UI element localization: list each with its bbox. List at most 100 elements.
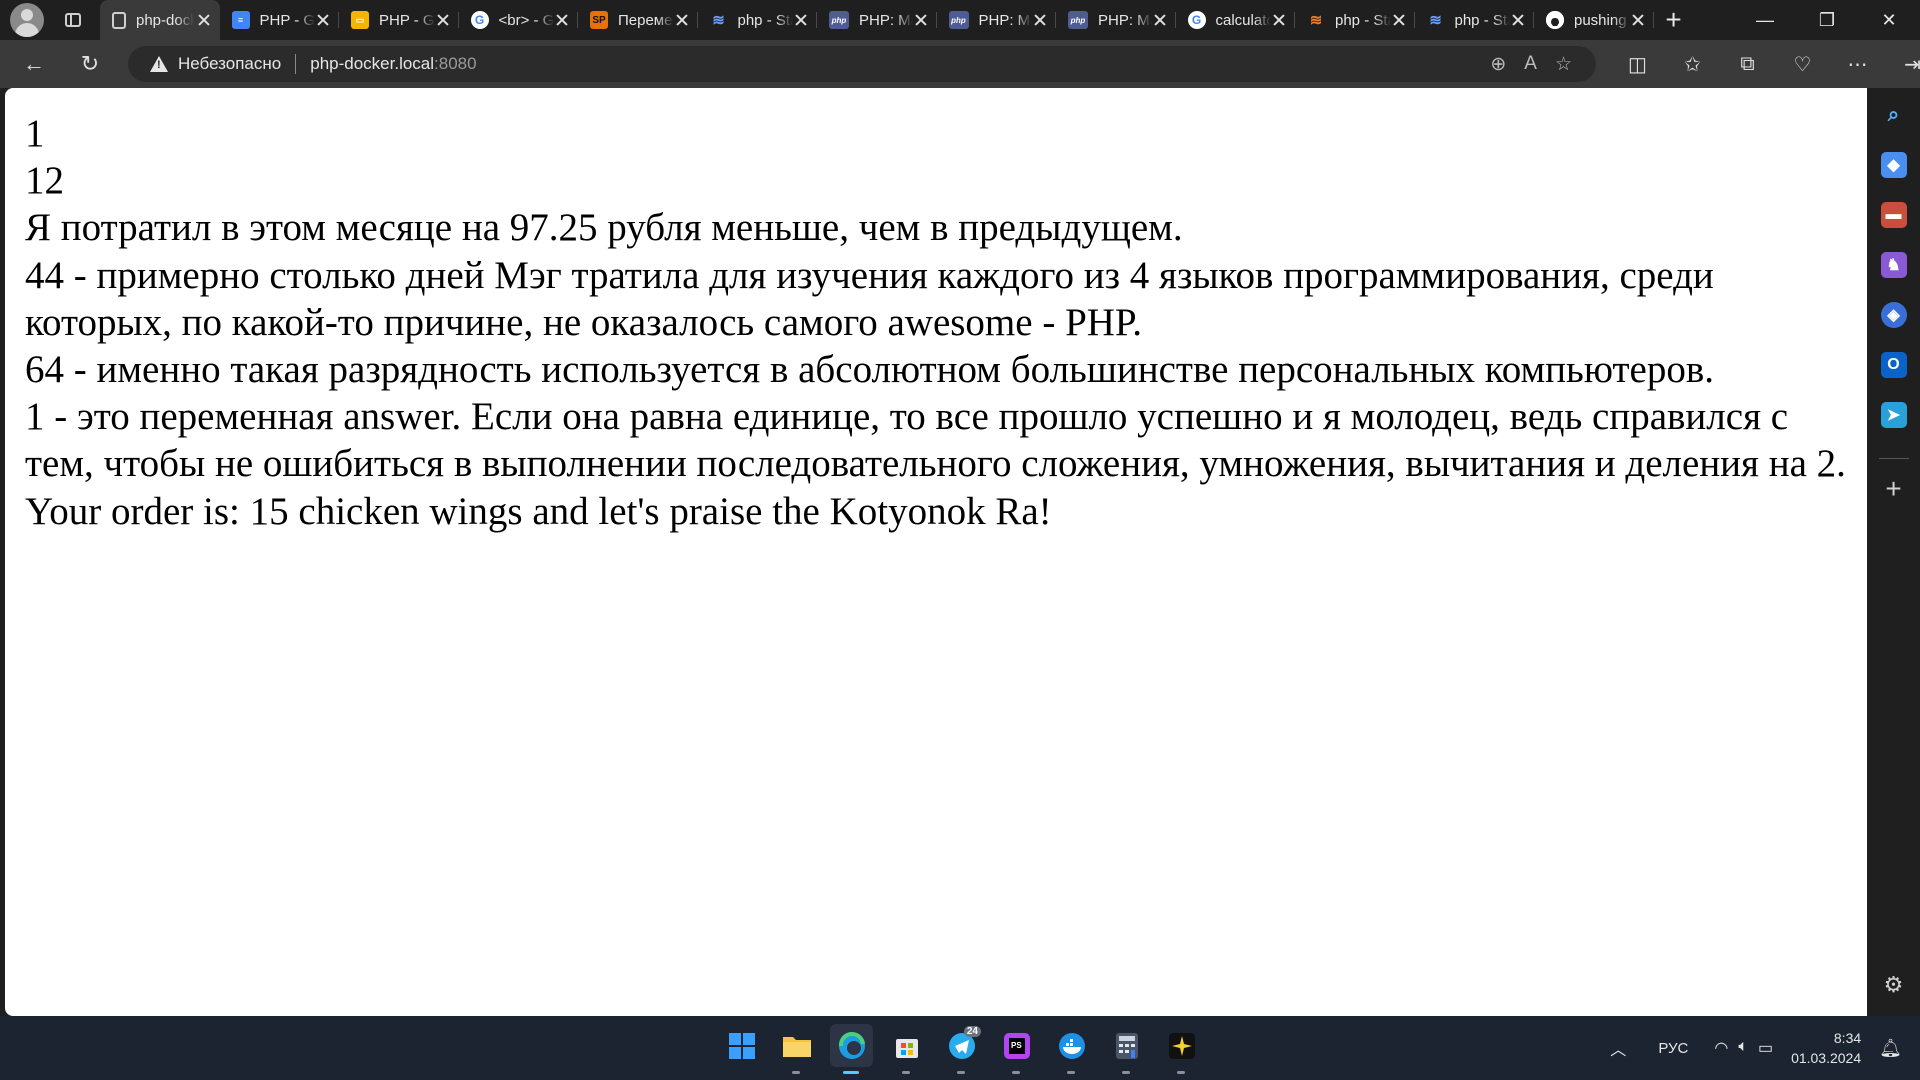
github-icon [1546,11,1564,29]
tools-icon[interactable]: ▬ [1880,202,1907,228]
tab[interactable]: php-docker.local:8080 [100,0,220,40]
tab[interactable]: G <br> - Google Search [459,0,579,40]
close-icon[interactable] [554,12,570,28]
tab-title: calculator [1215,11,1272,29]
clock[interactable]: 8:34 01.03.2024 [1791,1028,1861,1068]
reload-icon[interactable]: ↻ [70,44,110,84]
tab-title: Переменные [618,11,674,29]
tab[interactable]: ≋ php - Stack Overflow [698,0,818,40]
tab[interactable]: SP Переменные [578,0,698,40]
tab[interactable]: php PHP: Manual [937,0,1057,40]
page-icon [112,11,126,29]
output-line: 44 - примерно столько дней Мэг тратила д… [25,253,1714,344]
telegram-icon[interactable]: 24 [940,1024,983,1074]
calculator-icon[interactable] [1105,1024,1148,1074]
more-menu-icon[interactable]: ⋯ [1830,44,1885,84]
docker-icon[interactable] [1050,1024,1093,1074]
edge-sidebar: ⌕ ◆ ▬ ♞ ◈ O ➤ + ⚙ [1867,88,1920,1016]
close-icon[interactable] [1510,12,1526,28]
copilot-icon[interactable]: ◈ [1880,302,1907,328]
add-icon[interactable]: + [1885,473,1901,505]
tab[interactable]: ▭ PHP - Google Slides [339,0,459,40]
search-icon[interactable]: ⌕ [1881,102,1907,128]
clock-date: 01.03.2024 [1791,1050,1862,1066]
tab-actions-icon[interactable] [56,3,90,37]
notification-bell-icon[interactable]: 🔔︎ [1879,1038,1902,1059]
page-viewport: 1 12 Я потратил в этом месяце на 97.25 р… [5,88,1867,1016]
settings-gear-icon[interactable]: ⚙ [1884,972,1904,998]
close-icon[interactable] [1152,12,1168,28]
profile-avatar-icon[interactable] [10,3,44,37]
browser-essentials-icon[interactable]: ♡ [1775,44,1830,84]
php-icon: php [1068,11,1088,29]
url-port[interactable]: :8080 [434,54,477,74]
collections-icon[interactable]: ⧉ [1720,44,1775,84]
taskbar-apps: 24 PS [720,1024,1203,1074]
close-icon[interactable] [435,12,451,28]
tray-icons[interactable]: ◠ 🔈︎ ▭ [1714,1038,1773,1058]
wifi-icon[interactable]: ◠ [1714,1038,1728,1058]
google-docs-icon: ≡ [231,11,250,29]
output-line: 12 [25,159,64,203]
notification-badge: 24 [963,1026,981,1037]
close-icon[interactable] [1271,12,1287,28]
page-content: 1 12 Я потратил в этом месяце на 97.25 р… [5,88,1850,535]
tab[interactable]: php PHP: Manual [1056,0,1176,40]
shopping-tag-icon[interactable]: ◆ [1880,152,1907,178]
language-indicator[interactable]: РУС [1658,1040,1688,1057]
tab[interactable]: php PHP: Manual [817,0,937,40]
php-icon: php [948,11,969,29]
volume-icon[interactable]: 🔈︎ [1738,1038,1748,1058]
close-icon[interactable] [674,12,690,28]
new-tab-button[interactable]: + [1654,0,1694,40]
windows-logo-icon [728,1032,755,1059]
back-arrow-icon[interactable]: ← [14,44,54,84]
file-explorer-icon[interactable] [775,1024,818,1074]
stackoverflow-icon: ≋ [1309,12,1323,29]
tab-title: PHP - Google Docs [259,11,316,29]
close-icon[interactable] [913,12,929,28]
tab[interactable]: pushing to GitHub [1534,0,1654,40]
games-icon[interactable]: ♞ [1880,252,1907,278]
output-line: 64 - именно такая разрядность использует… [25,348,1714,392]
split-screen-icon[interactable]: ◫ [1610,44,1665,84]
google-icon: G [1187,11,1206,29]
tab[interactable]: ≡ PHP - Google Docs [220,0,340,40]
output-line: Я потратил в этом месяце на 97.25 рубля … [25,206,1183,250]
favorite-star-icon[interactable]: ☆ [1555,53,1572,76]
chevron-up-icon[interactable]: ︿ [1610,1036,1626,1060]
url-host[interactable]: php-docker.local [310,54,434,74]
zoom-icon[interactable]: ⊕ [1490,53,1506,76]
close-icon[interactable] [1630,12,1646,28]
battery-icon[interactable]: ▭ [1758,1038,1773,1058]
tab[interactable]: ≋ php - Stack Overflow [1295,0,1415,40]
sidebar-toggle-icon[interactable]: ⇥ [1885,44,1920,84]
close-icon[interactable] [793,12,809,28]
edge-icon[interactable] [830,1024,873,1074]
outlook-icon[interactable]: O [1880,352,1907,378]
stackoverflow-icon: ≋ [712,12,725,29]
close-icon[interactable] [1032,12,1048,28]
tab-list: php-docker.local:8080 ≡ PHP - Google Doc… [100,0,1654,40]
start-button[interactable] [720,1024,763,1067]
warning-icon[interactable] [150,56,168,72]
address-bar-actions: ⊕ A ☆ [1490,53,1596,76]
send-icon[interactable]: ➤ [1880,402,1907,428]
close-window-icon[interactable]: ✕ [1858,0,1920,40]
tab[interactable]: G calculator [1176,0,1296,40]
google-slides-icon: ▭ [351,11,369,29]
close-icon[interactable] [315,12,331,28]
favorites-icon[interactable]: ✩ [1665,44,1720,84]
close-icon[interactable] [196,12,212,28]
close-icon[interactable] [1391,12,1407,28]
read-aloud-icon[interactable]: A [1524,53,1537,76]
restore-icon[interactable]: ❐ [1796,0,1858,40]
tab[interactable]: ≋ php - Stack Overflow [1415,0,1535,40]
phpstorm-icon[interactable]: PS [995,1024,1038,1074]
security-label[interactable]: Небезопасно [178,54,281,74]
taskbar: 24 PS ︿ РУС ◠ 🔈︎ ▭ 8:34 01.03.2024 🔔︎ [0,1016,1920,1080]
address-bar[interactable]: Небезопасно php-docker.local:8080 ⊕ A ☆ [128,46,1596,82]
store-icon[interactable] [885,1024,928,1074]
app-star-icon[interactable] [1160,1024,1203,1074]
minimize-icon[interactable]: — [1734,0,1796,40]
